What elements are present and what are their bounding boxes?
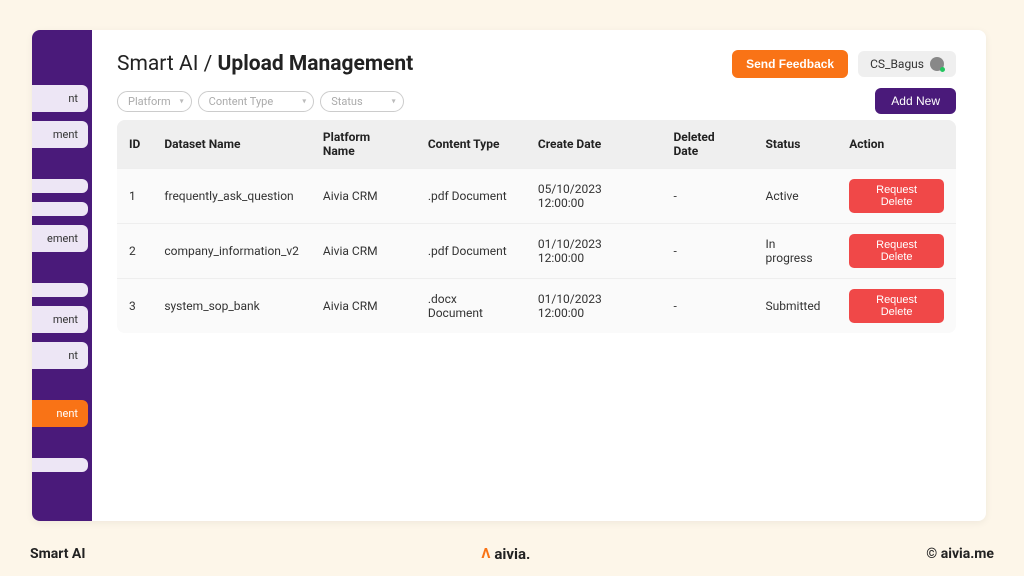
cell-createDate: 01/10/2023 12:00:00: [526, 224, 662, 279]
cell-contentType: .pdf Document: [416, 224, 526, 279]
sidebar-item-2[interactable]: [32, 179, 88, 193]
request-delete-button[interactable]: Request Delete: [849, 289, 944, 323]
user-avatar-icon: [930, 57, 944, 71]
sidebar-item-8[interactable]: nent: [32, 400, 88, 427]
cell-dataset: system_sop_bank: [152, 279, 311, 334]
datasets-table: ID Dataset Name Platform Name Content Ty…: [117, 120, 956, 333]
send-feedback-button[interactable]: Send Feedback: [732, 50, 848, 78]
sidebar-item-3[interactable]: [32, 202, 88, 216]
cell-id: 2: [117, 224, 152, 279]
footer-left: Smart AI: [30, 546, 85, 562]
col-id: ID: [117, 120, 152, 169]
cell-createDate: 05/10/2023 12:00:00: [526, 169, 662, 224]
sidebar-item-7[interactable]: nt: [32, 342, 88, 369]
cell-action: Request Delete: [837, 169, 956, 224]
footer-logo: Λ aivia.: [481, 545, 530, 563]
add-new-button[interactable]: Add New: [875, 88, 956, 114]
cell-deletedDate: -: [661, 224, 753, 279]
cell-deletedDate: -: [661, 279, 753, 334]
table-row: 3system_sop_bankAivia CRM.docx Document0…: [117, 279, 956, 334]
sidebar-item-9[interactable]: [32, 458, 88, 472]
cell-dataset: company_information_v2: [152, 224, 311, 279]
cell-status: In progress: [754, 224, 838, 279]
cell-action: Request Delete: [837, 224, 956, 279]
cell-id: 3: [117, 279, 152, 334]
col-status: Status: [754, 120, 838, 169]
cell-platform: Aivia CRM: [311, 169, 416, 224]
cell-deletedDate: -: [661, 169, 753, 224]
col-create-date: Create Date: [526, 120, 662, 169]
footer-right: © aivia.me: [926, 546, 994, 562]
col-content-type: Content Type: [416, 120, 526, 169]
breadcrumb-parent: Smart AI: [117, 52, 198, 76]
main-content: Smart AI / Upload Management Send Feedba…: [92, 30, 986, 521]
sidebar-item-1[interactable]: ment: [32, 121, 88, 148]
filter-status[interactable]: Status: [320, 91, 403, 112]
status-dot-icon: [940, 67, 945, 72]
table-row: 2company_information_v2Aivia CRM.pdf Doc…: [117, 224, 956, 279]
username: CS_Bagus: [870, 57, 924, 71]
sidebar: nt ment ement ment nt nent: [32, 30, 92, 521]
cell-dataset: frequently_ask_question: [152, 169, 311, 224]
col-platform: Platform Name: [311, 120, 416, 169]
col-dataset: Dataset Name: [152, 120, 311, 169]
cell-createDate: 01/10/2023 12:00:00: [526, 279, 662, 334]
sidebar-item-6[interactable]: ment: [32, 306, 88, 333]
cell-status: Submitted: [754, 279, 838, 334]
footer: Smart AI Λ aivia. © aivia.me: [0, 531, 1024, 576]
breadcrumb-current: Upload Management: [218, 52, 414, 76]
cell-id: 1: [117, 169, 152, 224]
user-badge[interactable]: CS_Bagus: [858, 51, 956, 77]
request-delete-button[interactable]: Request Delete: [849, 179, 944, 213]
sidebar-item-0[interactable]: nt: [32, 85, 88, 112]
sidebar-item-5[interactable]: [32, 283, 88, 297]
breadcrumb-sep: /: [204, 52, 213, 76]
filter-platform[interactable]: Platform: [117, 91, 192, 112]
cell-contentType: .pdf Document: [416, 169, 526, 224]
table-header-row: ID Dataset Name Platform Name Content Ty…: [117, 120, 956, 169]
logo-mark-icon: Λ: [481, 546, 490, 562]
sidebar-item-4[interactable]: ement: [32, 225, 88, 252]
col-deleted-date: Deleted Date: [661, 120, 753, 169]
table-row: 1frequently_ask_questionAivia CRM.pdf Do…: [117, 169, 956, 224]
filter-content-type[interactable]: Content Type: [198, 91, 315, 112]
cell-status: Active: [754, 169, 838, 224]
col-action: Action: [837, 120, 956, 169]
breadcrumb: Smart AI / Upload Management: [117, 52, 413, 76]
cell-platform: Aivia CRM: [311, 224, 416, 279]
request-delete-button[interactable]: Request Delete: [849, 234, 944, 268]
cell-platform: Aivia CRM: [311, 279, 416, 334]
logo-text: aivia.: [494, 545, 530, 563]
cell-contentType: .docx Document: [416, 279, 526, 334]
cell-action: Request Delete: [837, 279, 956, 334]
